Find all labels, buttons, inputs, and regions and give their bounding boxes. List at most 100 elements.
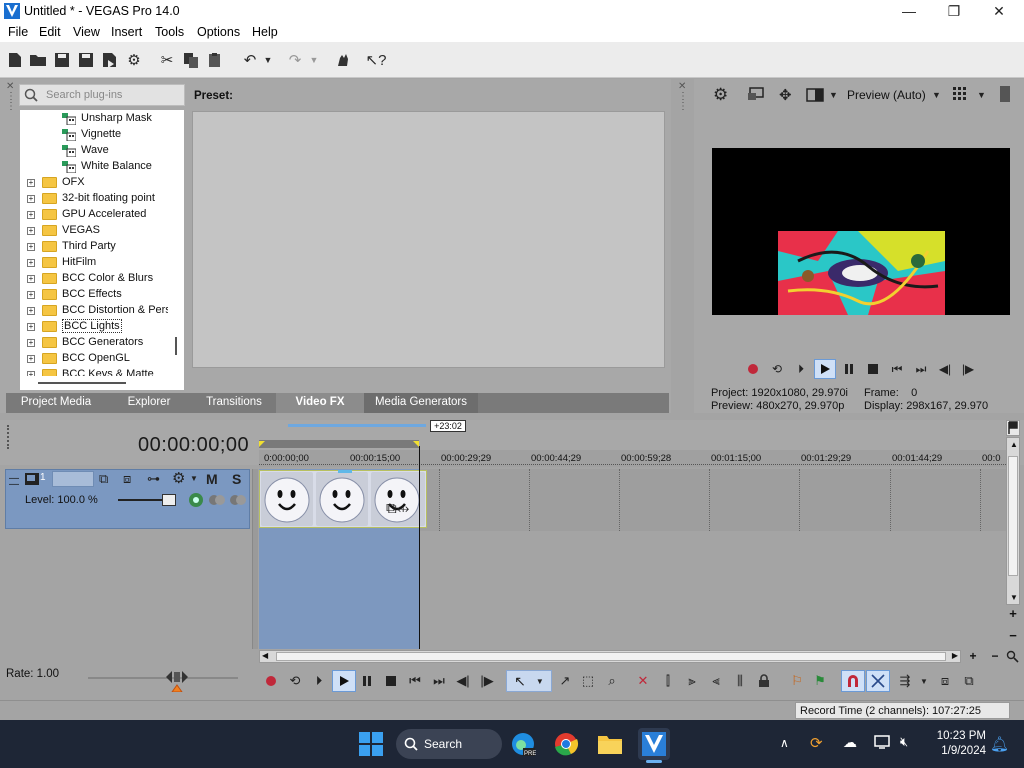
copy-icon[interactable]: [181, 50, 201, 70]
minimize-button[interactable]: —: [886, 0, 932, 22]
timeline-pause-icon[interactable]: [358, 672, 376, 690]
timeline-vertical-scrollbar[interactable]: ▲ ▼: [1006, 437, 1020, 605]
delete-icon[interactable]: ✕: [634, 672, 652, 690]
save-as-icon[interactable]: [76, 50, 96, 70]
clip-fade-handle[interactable]: [338, 470, 352, 473]
go-to-start-icon[interactable]: ⏮: [889, 361, 905, 377]
expand-icon[interactable]: +: [27, 259, 35, 267]
timecode-display[interactable]: 00:00:00;00: [138, 434, 249, 457]
solo-button[interactable]: S: [232, 471, 241, 487]
normal-edit-tool-button[interactable]: ↖ ▼: [506, 670, 552, 692]
next-frame-icon[interactable]: |▶: [960, 361, 976, 377]
snapping-magnet-icon[interactable]: [841, 670, 865, 692]
ripple-edit-dropdown-icon[interactable]: ▼: [918, 672, 930, 690]
plugin-tree-item[interactable]: + OFX: [20, 175, 184, 191]
expand-icon[interactable]: +: [27, 291, 35, 299]
loop-start-marker[interactable]: [259, 441, 265, 447]
preview-video-area[interactable]: [712, 148, 1010, 315]
network-icon[interactable]: [874, 734, 892, 750]
plugin-tree-item[interactable]: + BCC Lights: [20, 319, 184, 335]
split-screen-view-icon[interactable]: ✥: [779, 86, 797, 104]
record-icon[interactable]: [745, 361, 761, 377]
undo-dropdown-icon[interactable]: ▼: [262, 50, 274, 70]
expand-icon[interactable]: +: [27, 355, 35, 363]
level-slider-thumb[interactable]: [162, 494, 176, 506]
plugin-tree-item[interactable]: + BCC OpenGL: [20, 351, 184, 367]
compositing-mode-icon[interactable]: [188, 492, 204, 508]
copy-snapshot-icon[interactable]: [1000, 86, 1010, 102]
cut-icon[interactable]: ✂: [157, 50, 177, 70]
loop-region-bar[interactable]: [259, 440, 419, 448]
selection-edit-tool-icon[interactable]: ⬚: [579, 672, 597, 690]
system-tray-chevron-icon[interactable]: ∧: [780, 736, 789, 750]
onedrive-icon[interactable]: ☁: [843, 734, 857, 751]
timeline-play-icon[interactable]: [332, 670, 356, 692]
tab-explorer[interactable]: Explorer: [106, 393, 192, 413]
timeline-stop-icon[interactable]: [382, 672, 400, 690]
trim-start-icon[interactable]: ⫸: [683, 672, 701, 690]
tree-vertical-scrollbar[interactable]: [168, 111, 184, 376]
selection-bar[interactable]: [288, 424, 426, 427]
plugin-tree-item[interactable]: + GPU Accelerated: [20, 207, 184, 223]
auto-crossfades-icon[interactable]: [866, 670, 890, 692]
track-name-field[interactable]: [52, 471, 94, 487]
track-settings-dropdown-icon[interactable]: ▼: [190, 474, 198, 483]
plugin-tree-item[interactable]: + BCC Color & Blurs: [20, 271, 184, 287]
plugin-tree-item[interactable]: + Third Party: [20, 239, 184, 255]
tab-media-generators[interactable]: Media Generators: [364, 393, 478, 413]
plugin-tree-item[interactable]: White Balance: [20, 159, 184, 175]
plugin-tree[interactable]: Unsharp Mask Vignette Wave White Balance + OF…: [20, 110, 184, 376]
expand-icon[interactable]: +: [27, 179, 35, 187]
rate-slider[interactable]: [88, 677, 238, 679]
make-compositing-parent-icon[interactable]: [229, 492, 247, 508]
insert-marker-icon[interactable]: ⚐: [788, 672, 806, 690]
expand-icon[interactable]: +: [27, 339, 35, 347]
trim-end-icon[interactable]: ⫷: [707, 672, 725, 690]
zoom-in-vertical-button[interactable]: +: [1006, 607, 1020, 622]
tab-transitions[interactable]: Transitions: [192, 393, 276, 413]
lock-envelopes-icon[interactable]: ⧈: [936, 672, 954, 690]
expand-icon[interactable]: +: [27, 243, 35, 251]
tab-video-fx[interactable]: Video FX: [276, 393, 364, 413]
menu-view[interactable]: View: [73, 25, 100, 39]
plugin-tree-item[interactable]: + VEGAS: [20, 223, 184, 239]
trim-icon[interactable]: ⫿: [659, 672, 677, 690]
tree-horizontal-scrollbar[interactable]: [20, 376, 184, 390]
menu-tools[interactable]: Tools: [155, 25, 184, 39]
undo-icon[interactable]: ↶: [240, 50, 260, 70]
taskbar-search-button[interactable]: Search: [396, 729, 502, 759]
go-to-end-icon[interactable]: ⏭: [913, 361, 929, 377]
plugin-tree-item[interactable]: + BCC Effects: [20, 287, 184, 303]
preview-quality-icon[interactable]: [806, 87, 824, 103]
rate-slider-thumb[interactable]: [164, 670, 190, 692]
redo-icon[interactable]: ↷: [285, 50, 305, 70]
timeline-go-to-end-icon[interactable]: ⏭: [430, 672, 448, 690]
expand-icon[interactable]: +: [27, 275, 35, 283]
zoom-tool-icon[interactable]: [1006, 650, 1020, 663]
preview-quality-select[interactable]: Preview (Auto): [847, 88, 926, 102]
timeline-horizontal-scrollbar[interactable]: ◀ ▶: [259, 650, 961, 663]
menu-insert[interactable]: Insert: [111, 25, 142, 39]
save-icon[interactable]: [52, 50, 72, 70]
windows-start-icon[interactable]: [355, 728, 387, 760]
paste-icon[interactable]: [205, 50, 225, 70]
ignore-event-grouping-icon[interactable]: ⧉: [960, 672, 978, 690]
external-monitor-icon[interactable]: [747, 87, 765, 103]
chrome-icon[interactable]: [550, 728, 582, 760]
whats-this-help-icon[interactable]: ↖?: [366, 50, 387, 70]
plugin-tree-item[interactable]: + BCC Generators: [20, 335, 184, 351]
preview-pane-grip[interactable]: ✕ ⋮ ⋮: [678, 82, 688, 142]
plugin-tree-item[interactable]: Wave: [20, 143, 184, 159]
lock-icon[interactable]: [755, 672, 773, 690]
tab-project-media[interactable]: Project Media: [6, 393, 106, 413]
zoom-in-horizontal-button[interactable]: +: [966, 650, 980, 663]
render-icon[interactable]: [100, 50, 120, 70]
expand-icon[interactable]: +: [27, 307, 35, 315]
maximize-button[interactable]: ❐: [931, 0, 977, 22]
file-explorer-icon[interactable]: [594, 728, 626, 760]
edge-dev-icon[interactable]: PRE: [507, 728, 539, 760]
mute-button[interactable]: M: [206, 471, 218, 487]
search-plugins-input[interactable]: Search plug-ins: [19, 84, 185, 106]
menu-edit[interactable]: Edit: [39, 25, 61, 39]
close-button[interactable]: ✕: [976, 0, 1022, 22]
